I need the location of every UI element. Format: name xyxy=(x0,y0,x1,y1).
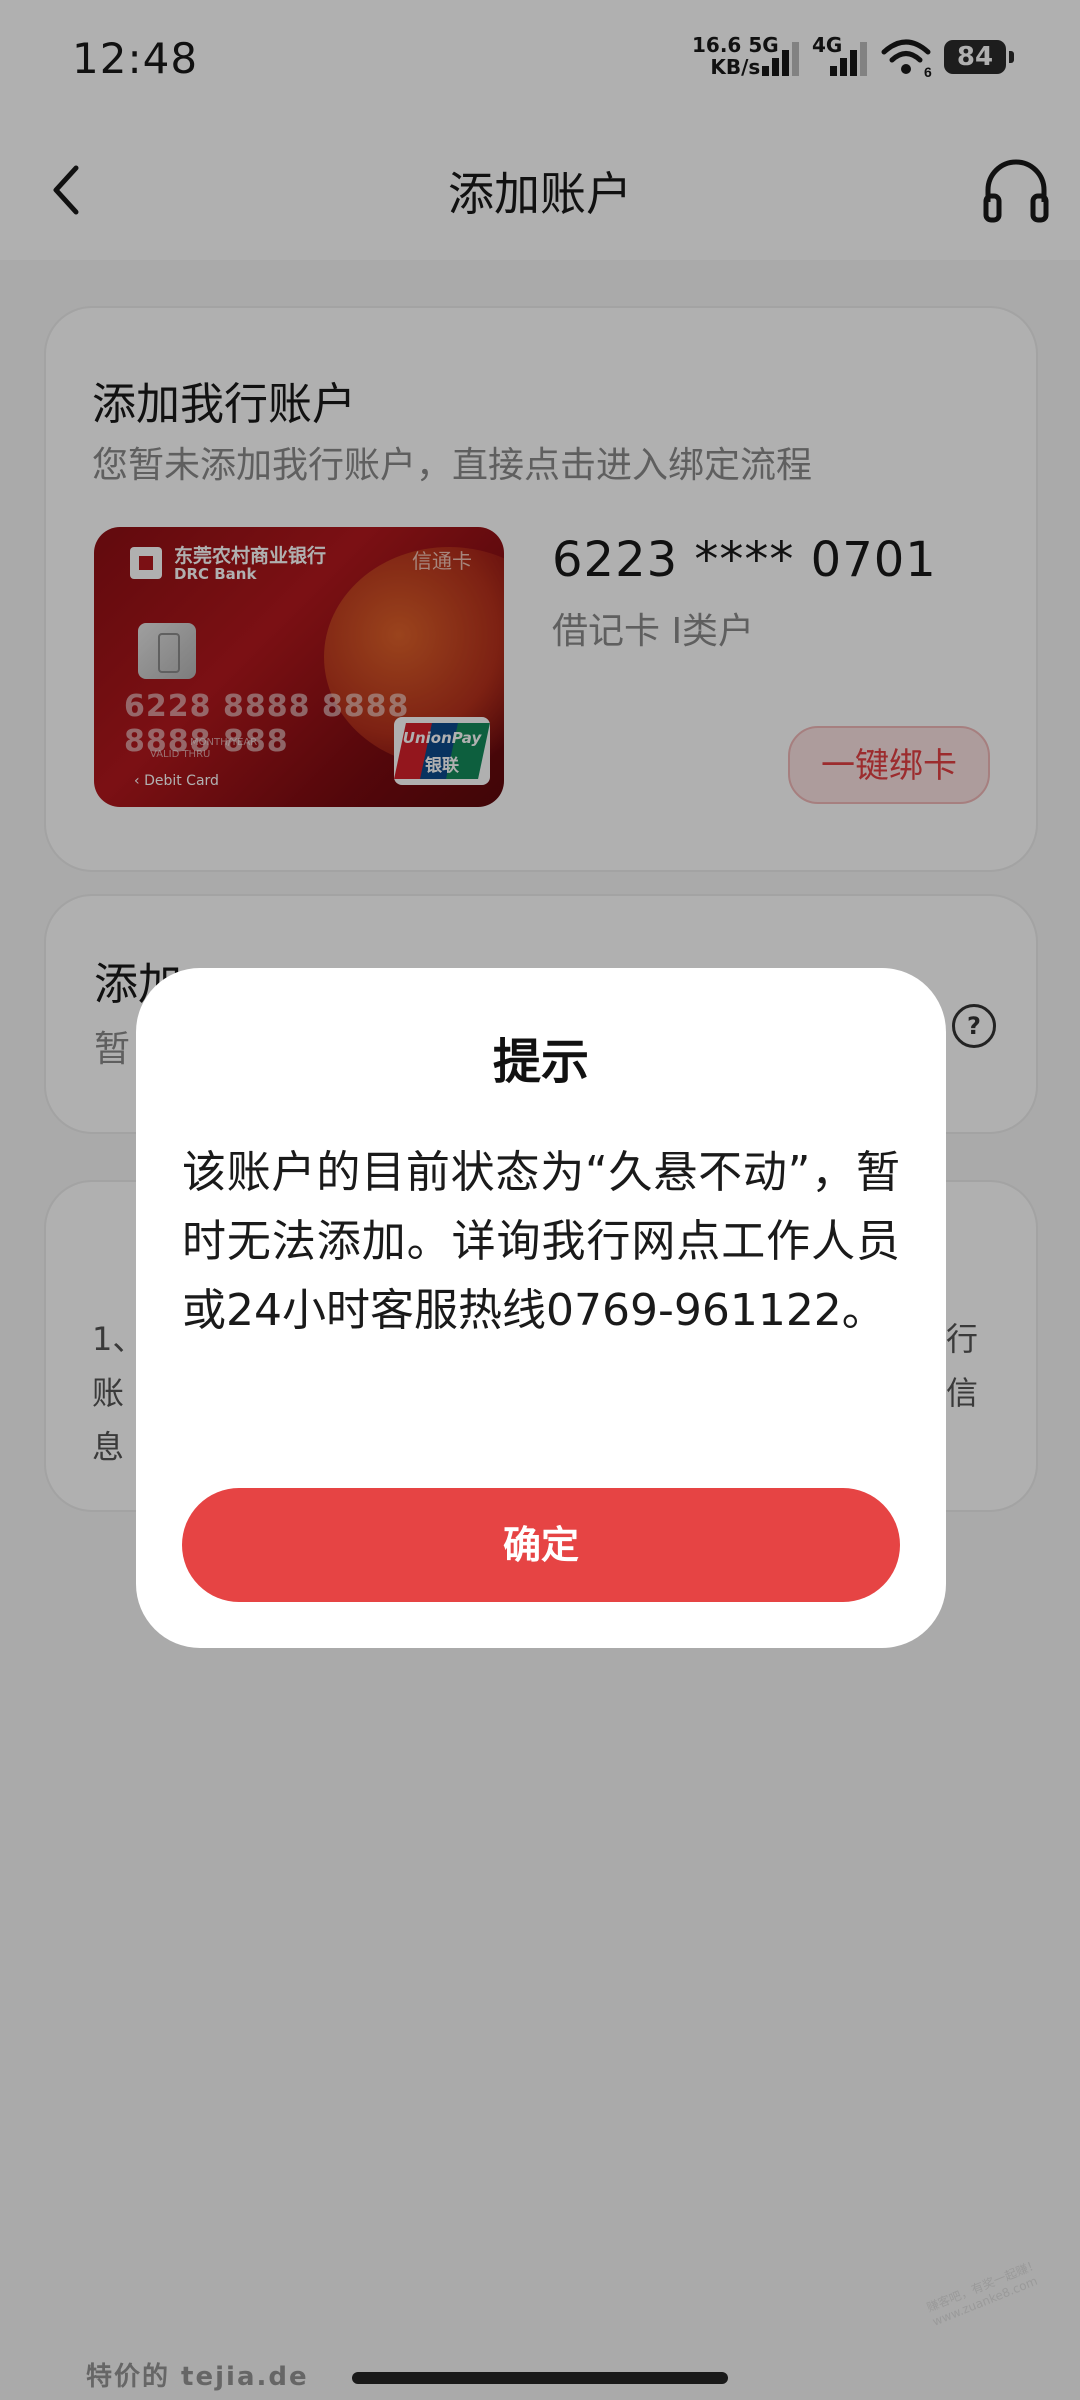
dialog-title: 提示 xyxy=(492,1034,589,1090)
confirm-button[interactable]: 确定 xyxy=(182,1488,900,1602)
watermark-text: 特价的 tejia.de xyxy=(86,2362,309,2392)
home-indicator[interactable] xyxy=(352,2372,728,2384)
dialog-message: 该账户的目前状态为“久悬不动”，暂时无法添加。详询我行网点工作人员或24小时客服… xyxy=(182,1147,900,1336)
